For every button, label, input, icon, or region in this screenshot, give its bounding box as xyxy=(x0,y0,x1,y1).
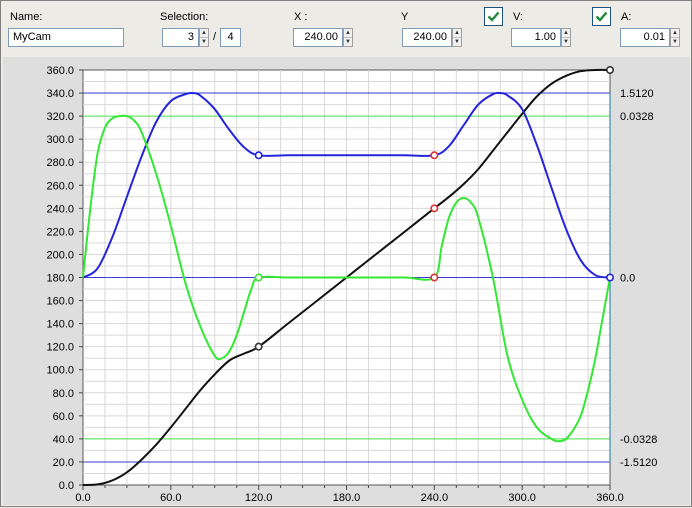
y-tick-label: 320.0 xyxy=(46,111,74,123)
y-input[interactable]: 240.00 xyxy=(402,28,452,47)
x-tick-label: 300.0 xyxy=(508,492,536,504)
selection-total-field: 4 xyxy=(220,28,241,47)
a-label: A: xyxy=(621,11,632,23)
segment-point-marker xyxy=(254,342,263,351)
x-tick-label: 0.0 xyxy=(75,492,90,504)
selection-label: Selection: xyxy=(160,11,209,23)
spin-down-icon[interactable]: ▼ xyxy=(453,38,461,46)
a-spinner[interactable]: ▲ ▼ xyxy=(670,28,680,47)
segment-point-marker xyxy=(254,151,263,160)
x-spinner[interactable]: ▲ ▼ xyxy=(343,28,353,47)
spin-down-icon[interactable]: ▼ xyxy=(200,38,208,46)
y-tick-label: 80.0 xyxy=(53,388,74,400)
v-spinner[interactable]: ▲ ▼ xyxy=(561,28,571,47)
x-tick-label: 60.0 xyxy=(160,492,181,504)
a-checkbox[interactable] xyxy=(592,7,611,26)
y-label: Y xyxy=(401,11,409,23)
y-tick-label: 140.0 xyxy=(46,319,74,331)
y-tick-label: 220.0 xyxy=(46,226,74,238)
segment-point-marker xyxy=(430,273,439,282)
x-tick-label: 180.0 xyxy=(333,492,361,504)
y-tick-label: 240.0 xyxy=(46,203,74,215)
right-axis-label: -1.5120 xyxy=(620,457,657,469)
spin-up-icon[interactable]: ▲ xyxy=(453,29,461,38)
v-label: V: xyxy=(513,11,523,23)
a-input[interactable]: 0.01 xyxy=(620,28,670,47)
y-tick-label: 200.0 xyxy=(46,249,74,261)
right-axis-label: 0.0 xyxy=(620,273,635,285)
y-tick-label: 340.0 xyxy=(46,88,74,100)
y-tick-label: 60.0 xyxy=(53,411,74,423)
x-input[interactable]: 240.00 xyxy=(293,28,343,47)
right-axis-label: 1.5120 xyxy=(620,88,654,100)
right-axis-label: -0.0328 xyxy=(620,434,657,446)
spin-down-icon[interactable]: ▼ xyxy=(671,38,679,46)
y-tick-label: 280.0 xyxy=(46,157,74,169)
x-tick-label: 120.0 xyxy=(245,492,273,504)
y-tick-label: 20.0 xyxy=(53,457,74,469)
segment-point-marker xyxy=(430,204,439,213)
checkmark-icon xyxy=(487,11,500,22)
y-tick-label: 260.0 xyxy=(46,180,74,192)
segment-point-marker xyxy=(605,66,614,75)
y-tick-label: 40.0 xyxy=(53,434,74,446)
y-tick-label: 300.0 xyxy=(46,134,74,146)
checkmark-icon xyxy=(595,11,608,22)
selection-spinner[interactable]: ▲ ▼ xyxy=(199,28,209,47)
v-checkbox[interactable] xyxy=(484,7,503,26)
v-input[interactable]: 1.00 xyxy=(511,28,561,47)
selection-current-input[interactable]: 3 xyxy=(162,28,199,47)
y-tick-label: 120.0 xyxy=(46,342,74,354)
name-label: Name: xyxy=(10,11,43,23)
name-input[interactable]: MyCam xyxy=(8,28,124,47)
spin-up-icon[interactable]: ▲ xyxy=(344,29,352,38)
y-spinner[interactable]: ▲ ▼ xyxy=(452,28,462,47)
cam-profile-chart[interactable]: 0.0 20.0 40.0 60.0 80.0 100.0 120.0 140.0 160.0 1… xyxy=(3,57,690,505)
x-tick-label: 360.0 xyxy=(596,492,624,504)
y-tick-label: 0.0 xyxy=(59,480,74,492)
spin-up-icon[interactable]: ▲ xyxy=(671,29,679,38)
y-tick-label: 180.0 xyxy=(46,273,74,285)
y-tick-label: 160.0 xyxy=(46,296,74,308)
spin-down-icon[interactable]: ▼ xyxy=(344,38,352,46)
cam-profile-chart-panel: 0.0 20.0 40.0 60.0 80.0 100.0 120.0 140.0 160.0 1… xyxy=(3,57,690,505)
x-label: X : xyxy=(294,11,308,23)
spin-up-icon[interactable]: ▲ xyxy=(200,29,208,38)
x-tick-label: 240.0 xyxy=(421,492,449,504)
segment-point-marker xyxy=(254,273,263,282)
y-tick-label: 360.0 xyxy=(46,65,74,77)
segment-point-marker xyxy=(605,273,614,282)
selection-separator: / xyxy=(213,31,217,43)
spin-up-icon[interactable]: ▲ xyxy=(562,29,570,38)
segment-point-marker xyxy=(430,151,439,160)
cam-editor-window: Name: MyCam Selection: 3 ▲ ▼ / 4 X : 240… xyxy=(0,0,692,507)
right-axis-label: 0.0328 xyxy=(620,111,654,123)
spin-down-icon[interactable]: ▼ xyxy=(562,38,570,46)
y-tick-label: 100.0 xyxy=(46,365,74,377)
